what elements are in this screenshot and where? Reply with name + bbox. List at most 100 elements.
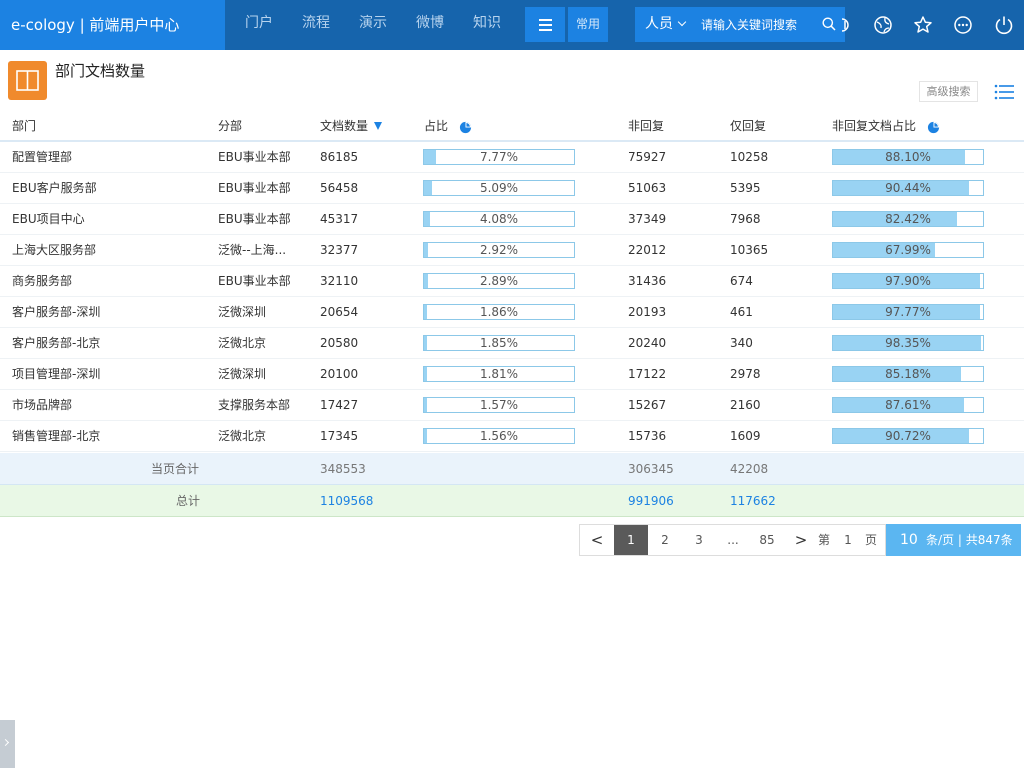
cell-reply: 2160	[730, 398, 761, 412]
sidebar-toggle[interactable]	[0, 720, 15, 768]
column-header-nonreply[interactable]: 非回复	[628, 110, 664, 142]
nonreply-pct-bar-label: 97.90%	[885, 274, 931, 288]
power-icon[interactable]	[994, 15, 1014, 35]
page-sum-label: 当页合计	[151, 462, 200, 476]
pie-chart-icon[interactable]	[927, 121, 940, 134]
table-row[interactable]: EBU客户服务部 EBU事业本部 56458 5.09% 51063 5395 90.44%	[0, 173, 1024, 204]
column-header-reply[interactable]: 仅回复	[730, 110, 766, 142]
nonreply-pct-bar: 97.90%	[832, 273, 984, 289]
cell-branch: EBU事业本部	[218, 274, 291, 288]
nav-portal[interactable]: 门户	[245, 0, 273, 50]
pct-bar: 1.56%	[423, 428, 575, 444]
pct-bar-label: 4.08%	[479, 212, 519, 226]
column-header-dept[interactable]: 部门	[12, 110, 36, 142]
goto-prefix: 第	[817, 533, 830, 547]
nonreply-pct-bar: 98.35%	[832, 335, 984, 351]
chevron-down-icon	[677, 17, 687, 27]
nav-demo[interactable]: 演示	[359, 0, 387, 50]
table-row[interactable]: 客户服务部-深圳 泛微深圳 20654 1.86% 20193 461 97.77%	[0, 297, 1024, 328]
nav-workflow[interactable]: 流程	[302, 0, 330, 50]
total-reply: 117662	[730, 494, 776, 508]
cell-dept: EBU项目中心	[12, 212, 85, 226]
hamburger-icon-line	[539, 29, 552, 31]
column-header-branch[interactable]: 分部	[218, 110, 242, 142]
page-size-selector[interactable]: 10 条/页 | 共847条	[886, 524, 1021, 556]
cell-dept: 配置管理部	[12, 150, 73, 164]
nonreply-pct-bar-label: 90.72%	[885, 429, 931, 443]
cell-branch: 泛微深圳	[218, 305, 267, 319]
page-button-85[interactable]: 85	[750, 525, 784, 555]
nav-weibo[interactable]: 微博	[416, 0, 444, 50]
next-page-button[interactable]: >	[788, 525, 814, 555]
search-type-select[interactable]: 人员	[645, 7, 687, 42]
table-row[interactable]: 上海大区服务部 泛微--上海... 32377 2.92% 22012 10365 67.9…	[0, 235, 1024, 266]
table-row[interactable]: 商务服务部 EBU事业本部 32110 2.89% 31436 674 97.90%	[0, 266, 1024, 297]
column-header-docs[interactable]: 文档数量	[320, 110, 383, 142]
menu-button[interactable]	[525, 7, 565, 42]
page-button-1[interactable]: 1	[614, 525, 648, 555]
cell-dept: 客户服务部-北京	[12, 336, 101, 350]
cell-nonreply: 15267	[628, 398, 667, 412]
cell-docs: 20100	[320, 367, 359, 381]
cell-reply: 2978	[730, 367, 761, 381]
pct-bar: 2.89%	[423, 273, 575, 289]
chart-icon[interactable]	[838, 15, 852, 35]
column-header-nonreply-pct[interactable]: 非回复文档占比	[832, 110, 916, 142]
brand-title[interactable]: e-cology | 前端用户中心	[0, 0, 225, 50]
pct-bar-label: 2.92%	[479, 243, 519, 257]
page-button-3[interactable]: 3	[682, 525, 716, 555]
cell-dept: 上海大区服务部	[12, 243, 97, 257]
page-icon	[8, 61, 47, 100]
column-header-pct[interactable]: 占比	[424, 110, 448, 142]
cell-dept: 商务服务部	[12, 274, 73, 288]
cell-reply: 10365	[730, 243, 769, 257]
table-row[interactable]: 市场品牌部 支撑服务本部 17427 1.57% 15267 2160 87.61%	[0, 390, 1024, 421]
cell-docs: 32377	[320, 243, 359, 257]
pagination-summary: 条/页 | 共847条	[926, 533, 1013, 547]
star-icon[interactable]	[913, 15, 933, 35]
cell-nonreply: 31436	[628, 274, 667, 288]
table-row[interactable]: EBU项目中心 EBU事业本部 45317 4.08% 37349 7968 82.42%	[0, 204, 1024, 235]
cell-dept: EBU客户服务部	[12, 181, 97, 195]
page-size-value[interactable]: 10	[900, 524, 918, 556]
pct-bar-label: 1.85%	[479, 336, 519, 350]
search-input[interactable]	[701, 7, 813, 42]
prev-page-button[interactable]: <	[580, 525, 614, 555]
pie-chart-icon[interactable]	[459, 121, 472, 134]
top-bar: e-cology | 前端用户中心 门户 流程 演示 微博 知识 常用 人员	[0, 0, 1024, 50]
nav-knowledge[interactable]: 知识	[473, 0, 501, 50]
goto-page-input[interactable]: 1	[838, 525, 858, 555]
cell-dept: 客户服务部-深圳	[12, 305, 101, 319]
nonreply-pct-bar-label: 87.61%	[885, 398, 931, 412]
table-row[interactable]: 项目管理部-深圳 泛微深圳 20100 1.81% 17122 2978 85.18%	[0, 359, 1024, 390]
page-title: 部门文档数量	[55, 62, 146, 80]
search-icon[interactable]	[822, 17, 836, 31]
pct-bar-label: 5.09%	[479, 181, 519, 195]
more-icon[interactable]	[953, 15, 973, 35]
table-row[interactable]: 销售管理部-北京 泛微北京 17345 1.56% 15736 1609 90.72%	[0, 421, 1024, 452]
page-button-2[interactable]: 2	[648, 525, 682, 555]
cell-docs: 56458	[320, 181, 359, 195]
pagination: < 1 2 3 ... 85 > 第 1 页	[579, 524, 886, 556]
table-row[interactable]: 客户服务部-北京 泛微北京 20580 1.85% 20240 340 98.35%	[0, 328, 1024, 359]
cell-nonreply: 17122	[628, 367, 667, 381]
common-button[interactable]: 常用	[568, 7, 608, 42]
pct-bar: 2.92%	[423, 242, 575, 258]
sort-desc-icon[interactable]	[374, 122, 383, 130]
globe-icon[interactable]	[873, 15, 893, 35]
table-row[interactable]: 配置管理部 EBU事业本部 86185 7.77% 75927 10258 88.10%	[0, 142, 1024, 173]
goto-suffix: 页	[864, 533, 877, 547]
column-header-docs-label: 文档数量	[320, 119, 369, 133]
advanced-search-button[interactable]: 高级搜索	[919, 81, 978, 102]
cell-nonreply: 22012	[628, 243, 667, 257]
nonreply-pct-bar-label: 98.35%	[885, 336, 931, 350]
cell-branch: 泛微北京	[218, 336, 267, 350]
cell-branch: EBU事业本部	[218, 181, 291, 195]
cell-dept: 销售管理部-北京	[12, 429, 101, 443]
nonreply-pct-bar-label: 90.44%	[885, 181, 931, 195]
page-ellipsis[interactable]: ...	[716, 525, 750, 555]
list-icon[interactable]	[994, 84, 1014, 100]
cell-reply: 10258	[730, 150, 769, 164]
pct-bar: 1.86%	[423, 304, 575, 320]
cell-docs: 20580	[320, 336, 359, 350]
